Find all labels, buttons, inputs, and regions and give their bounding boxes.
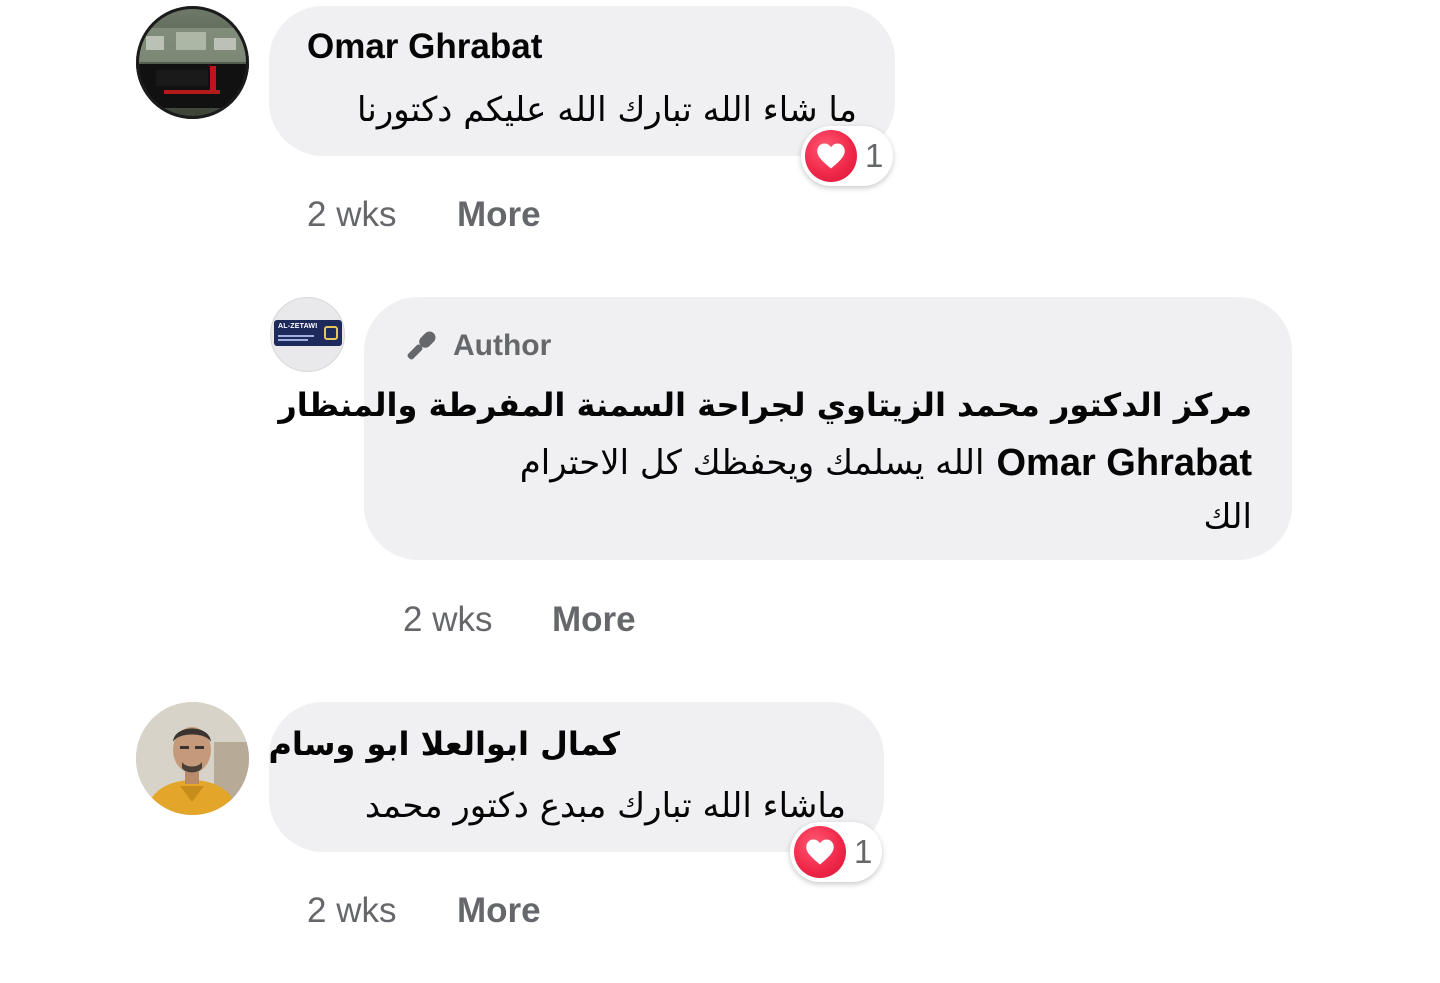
mention-link[interactable]: Omar Ghrabat [996,442,1252,485]
more-button[interactable]: More [457,891,541,931]
avatar-logo-text: AL-ZETAWI [278,323,318,330]
avatar-logo-mark [324,326,338,340]
more-button[interactable]: More [552,600,636,640]
comment-author[interactable]: كمال ابوالعلا ابو وسام [268,718,620,770]
reaction-badge[interactable]: 1 [790,822,882,882]
author-avatar-logo: AL-ZETAWI [274,320,342,346]
heart-icon [794,826,846,878]
comment-author[interactable]: Omar Ghrabat [307,27,542,67]
comment-text: ما شاء الله تبارك الله عليكم دكتورنا [357,90,857,130]
avatar-image [136,6,249,119]
author-badge-label: Author [453,329,552,362]
avatar-logo-line [278,339,308,341]
author-avatar[interactable]: AL-ZETAWI [270,297,345,372]
more-button[interactable]: More [457,195,541,235]
reply-timestamp[interactable]: 2 wks [403,600,492,640]
avatar[interactable] [136,702,249,815]
reaction-count: 1 [854,833,873,870]
author-badge: Author [401,326,551,366]
reply-text: الله يسلمك ويحفظك كل الاحترام [519,443,985,483]
reply-author[interactable]: مركز الدكتور محمد الزيتاوي لجراحة السمنة… [278,379,1252,431]
avatar-image [136,702,249,815]
reply-text-line: Omar Ghrabat الله يسلمك ويحفظك كل الاحتر… [520,437,1252,489]
microphone-icon [407,331,436,360]
comment-text: ماشاء الله تبارك مبدع دكتور محمد [364,786,846,826]
heart-icon [805,130,857,182]
reply-text-continued: الك [1203,497,1252,537]
comment-timestamp[interactable]: 2 wks [307,891,396,931]
comment-timestamp[interactable]: 2 wks [307,195,396,235]
reaction-count: 1 [865,137,884,174]
avatar[interactable] [136,6,249,119]
reaction-badge[interactable]: 1 [801,126,893,186]
avatar-logo-line [278,335,314,337]
